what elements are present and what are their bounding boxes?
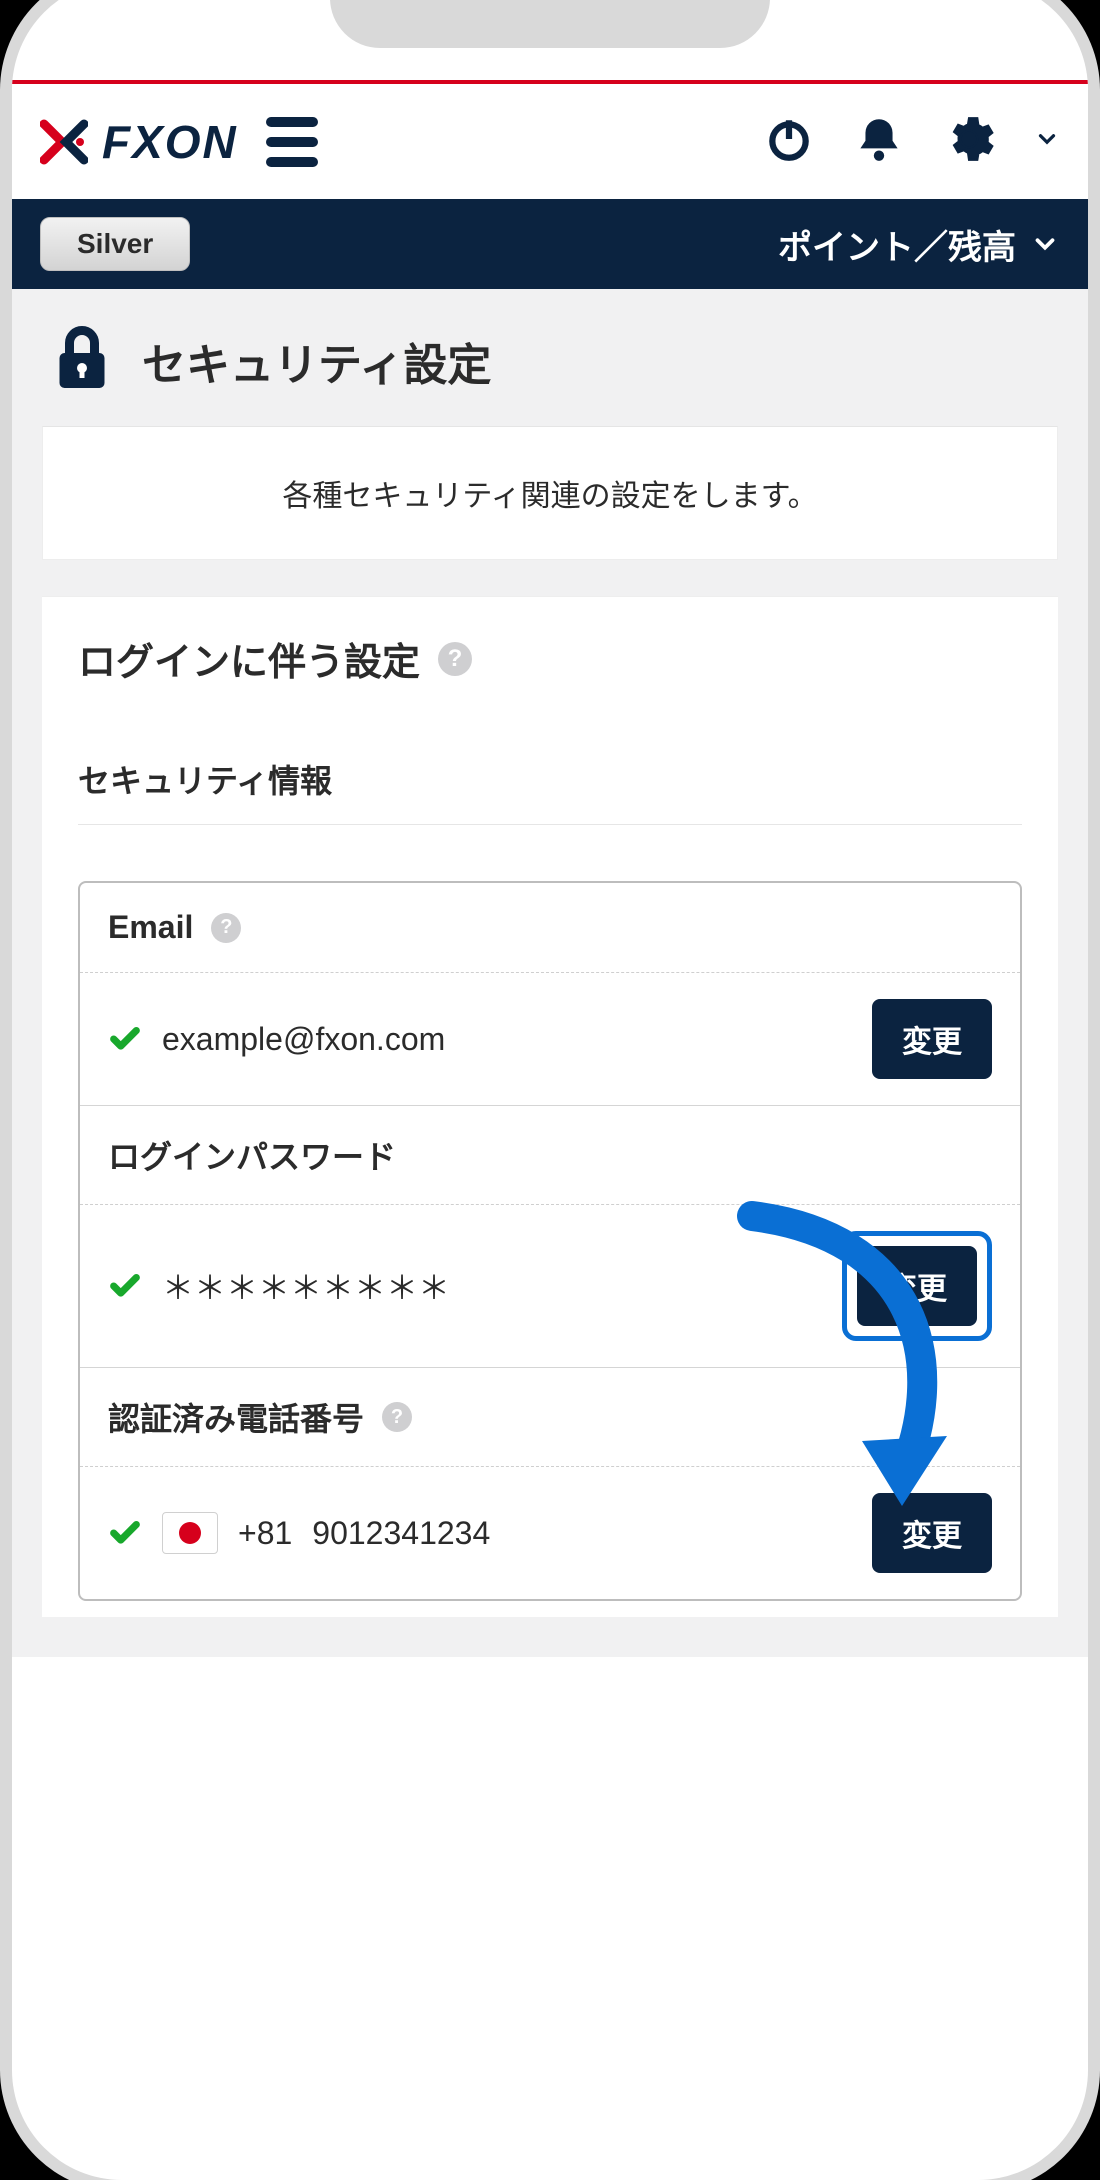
phone-frame: FXON Sil — [12, 0, 1088, 2180]
highlight-frame: 変更 — [842, 1231, 992, 1341]
menu-icon[interactable] — [266, 117, 318, 167]
brand-mark-icon — [40, 118, 88, 166]
check-icon — [108, 1269, 142, 1303]
page-description: 各種セキュリティ関連の設定をします。 — [42, 426, 1058, 560]
chevron-down-icon[interactable] — [1034, 126, 1060, 157]
page-title: セキュリティ設定 — [142, 329, 491, 393]
email-text: example@fxon.com — [162, 1021, 445, 1058]
phone-value-row: +81 9012341234 変更 — [80, 1467, 1020, 1599]
card-heading: ログインに伴う設定 ? — [78, 631, 1022, 686]
help-icon[interactable]: ? — [382, 1402, 412, 1432]
page-body: セキュリティ設定 各種セキュリティ関連の設定をします。 ログインに伴う設定 ? … — [12, 289, 1088, 1657]
help-icon[interactable]: ? — [211, 913, 241, 943]
points-label: ポイント／残高 — [778, 220, 1016, 269]
phone-notch — [330, 0, 770, 48]
table-row-phone: 認証済み電話番号 ? +81 9012341234 変更 — [80, 1367, 1020, 1599]
page-heading: セキュリティ設定 — [12, 289, 1088, 426]
change-password-button[interactable]: 変更 — [857, 1246, 977, 1326]
phone-label: 認証済み電話番号 — [108, 1394, 364, 1440]
phone-dial: +81 — [238, 1515, 292, 1552]
phone-label-row: 認証済み電話番号 ? — [80, 1368, 1020, 1467]
header-right — [764, 114, 1060, 169]
tier-badge: Silver — [40, 217, 190, 271]
password-value: ＊＊＊＊＊＊＊＊＊ — [108, 1263, 450, 1309]
password-label: ログインパスワード — [108, 1132, 396, 1178]
help-icon[interactable]: ? — [438, 642, 472, 676]
brand-logo[interactable]: FXON — [40, 115, 238, 169]
brand-name: FXON — [102, 115, 238, 169]
email-label-row: Email ? — [80, 883, 1020, 973]
subsection-title: セキュリティ情報 — [78, 756, 1022, 825]
email-label: Email — [108, 909, 193, 946]
login-settings-card: ログインに伴う設定 ? セキュリティ情報 Email ? exampl — [42, 596, 1058, 1617]
password-text: ＊＊＊＊＊＊＊＊＊ — [162, 1263, 450, 1309]
lock-icon — [52, 323, 112, 398]
change-email-button[interactable]: 変更 — [872, 999, 992, 1079]
table-row-email: Email ? example@fxon.com 変更 — [80, 883, 1020, 1105]
phone-number: 9012341234 — [312, 1515, 490, 1552]
chevron-down-icon — [1030, 229, 1060, 259]
check-icon — [108, 1516, 142, 1550]
phone-value: +81 9012341234 — [108, 1512, 490, 1554]
email-value: example@fxon.com — [108, 1021, 445, 1058]
bell-icon[interactable] — [854, 114, 904, 169]
password-label-row: ログインパスワード — [80, 1106, 1020, 1205]
check-icon — [108, 1022, 142, 1056]
gear-icon[interactable] — [944, 114, 994, 169]
change-phone-button[interactable]: 変更 — [872, 1493, 992, 1573]
email-value-row: example@fxon.com 変更 — [80, 973, 1020, 1105]
points-dropdown[interactable]: ポイント／残高 — [778, 220, 1060, 269]
screen: FXON Sil — [12, 0, 1088, 1657]
header-left: FXON — [40, 115, 318, 169]
sub-header: Silver ポイント／残高 — [12, 199, 1088, 289]
login-section-title: ログインに伴う設定 — [78, 631, 420, 686]
table-row-password: ログインパスワード ＊＊＊＊＊＊＊＊＊ 変更 — [80, 1105, 1020, 1367]
app-header: FXON — [12, 84, 1088, 199]
security-table: Email ? example@fxon.com 変更 — [78, 881, 1022, 1601]
power-icon[interactable] — [764, 114, 814, 169]
password-value-row: ＊＊＊＊＊＊＊＊＊ 変更 — [80, 1205, 1020, 1367]
flag-jp-icon — [162, 1512, 218, 1554]
